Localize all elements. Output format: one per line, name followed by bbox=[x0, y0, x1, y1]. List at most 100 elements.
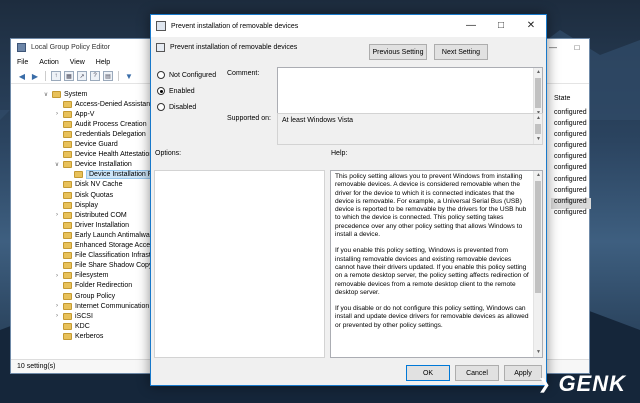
scroll-up-icon[interactable]: ▲ bbox=[534, 68, 543, 77]
folder-icon bbox=[52, 90, 61, 98]
tree-item[interactable]: Audit Process Creation bbox=[54, 119, 147, 129]
help-icon[interactable]: ? bbox=[90, 71, 100, 81]
comment-scrollbar[interactable]: ▲ ▼ bbox=[533, 68, 542, 118]
menu-view[interactable]: View bbox=[70, 59, 85, 66]
tree-item[interactable]: Group Policy bbox=[54, 291, 115, 301]
folder-icon bbox=[63, 302, 72, 310]
state-cell[interactable]: configured bbox=[551, 120, 591, 131]
close-icon[interactable]: ✕ bbox=[516, 15, 546, 37]
up-folder-icon[interactable]: ↑ bbox=[51, 71, 61, 81]
tree-item[interactable]: File Share Shadow Copy bbox=[54, 261, 151, 271]
dialog-title: Prevent installation of removable device… bbox=[171, 22, 299, 30]
help-scrollbar[interactable]: ▲ ▼ bbox=[533, 171, 542, 357]
help-paragraph: If you disable or do not configure this … bbox=[335, 305, 529, 329]
collapsed-arrow-icon[interactable]: › bbox=[54, 313, 60, 319]
show-hide-tree-icon[interactable]: ▦ bbox=[64, 71, 74, 81]
expanded-arrow-icon[interactable]: ∨ bbox=[54, 161, 60, 168]
tree-item[interactable]: Disk Quotas bbox=[54, 190, 113, 200]
state-column-header[interactable]: State bbox=[551, 87, 591, 109]
state-cell[interactable]: configured bbox=[551, 142, 591, 153]
tree-item-label: System bbox=[64, 90, 88, 98]
comment-textarea[interactable]: ▲ ▼ bbox=[277, 67, 543, 119]
tree-item[interactable]: Early Launch Antimalwa bbox=[54, 230, 150, 240]
tree-item[interactable]: Folder Redirection bbox=[54, 281, 132, 291]
tree-item[interactable]: File Classification Infrast bbox=[54, 251, 151, 261]
radio-not-configured[interactable]: Not Configured bbox=[157, 71, 216, 79]
help-text-panel[interactable]: This policy setting allows you to preven… bbox=[330, 170, 543, 358]
minimize-icon[interactable]: — bbox=[456, 15, 486, 37]
radio-not-configured-circle[interactable] bbox=[157, 71, 165, 79]
radio-enabled-circle[interactable] bbox=[157, 87, 165, 95]
apply-button[interactable]: Apply bbox=[504, 365, 542, 381]
menu-help[interactable]: Help bbox=[96, 59, 110, 66]
collapsed-arrow-icon[interactable]: › bbox=[54, 303, 60, 309]
state-cell[interactable]: configured bbox=[551, 109, 591, 120]
scroll-thumb[interactable] bbox=[535, 78, 541, 108]
tree-item[interactable]: Device Guard bbox=[54, 140, 118, 150]
state-cell[interactable]: configured bbox=[551, 197, 591, 209]
state-cell[interactable]: configured bbox=[551, 176, 591, 187]
supported-scrollbar[interactable]: ▲ ▼ bbox=[533, 114, 542, 144]
state-cell[interactable]: configured bbox=[551, 209, 591, 220]
toolbar-divider bbox=[118, 71, 119, 81]
scroll-down-icon[interactable]: ▼ bbox=[534, 135, 543, 144]
folder-icon bbox=[63, 151, 72, 159]
tree-item[interactable]: Device Installation Re bbox=[65, 170, 151, 180]
state-cell[interactable]: configured bbox=[551, 187, 591, 198]
tree-item[interactable]: Enhanced Storage Acces bbox=[54, 241, 151, 251]
radio-enabled[interactable]: Enabled bbox=[157, 87, 195, 95]
collapsed-arrow-icon[interactable]: › bbox=[54, 273, 60, 279]
policy-tree[interactable]: ∨ System Access-Denied Assistanc › App-V Audi… bbox=[11, 87, 151, 359]
tree-item[interactable]: Kerberos bbox=[54, 331, 103, 341]
tree-item[interactable]: › Distributed COM bbox=[54, 210, 127, 220]
tree-item[interactable]: › App-V bbox=[54, 109, 94, 119]
scroll-thumb[interactable] bbox=[535, 124, 541, 134]
filter-icon[interactable]: ▼ bbox=[124, 71, 134, 81]
tree-item[interactable]: Access-Denied Assistanc bbox=[54, 99, 151, 109]
scroll-down-icon[interactable]: ▼ bbox=[534, 348, 542, 357]
ok-button[interactable]: OK bbox=[406, 365, 450, 381]
folder-icon bbox=[63, 181, 72, 189]
properties-icon[interactable]: ▤ bbox=[103, 71, 113, 81]
maximize-icon[interactable]: □ bbox=[486, 15, 516, 37]
back-arrow-icon[interactable]: ◀ bbox=[17, 71, 27, 81]
state-cell[interactable]: configured bbox=[551, 164, 591, 175]
tree-item[interactable]: › Filesystem bbox=[54, 271, 108, 281]
collapsed-arrow-icon[interactable]: › bbox=[54, 111, 60, 117]
previous-setting-button[interactable]: Previous Setting bbox=[369, 44, 427, 60]
menu-action[interactable]: Action bbox=[39, 59, 58, 66]
scroll-up-icon[interactable]: ▲ bbox=[534, 171, 542, 180]
tree-item[interactable]: ∨ System bbox=[43, 89, 87, 99]
tree-item[interactable]: Credentials Delegation bbox=[54, 129, 146, 139]
watermark-text: GENK bbox=[558, 371, 626, 396]
state-cell[interactable]: configured bbox=[551, 153, 591, 164]
folder-icon bbox=[63, 262, 72, 270]
tree-item[interactable]: › iSCSI bbox=[54, 311, 93, 321]
tree-item[interactable]: Driver Installation bbox=[54, 220, 129, 230]
gpe-maximize-icon[interactable]: □ bbox=[565, 39, 589, 56]
next-setting-button[interactable]: Next Setting bbox=[434, 44, 488, 60]
tree-item[interactable]: Device Health Attestation bbox=[54, 150, 151, 160]
tree-item-label: Kerberos bbox=[75, 332, 104, 340]
folder-icon bbox=[63, 312, 72, 320]
radio-enabled-label: Enabled bbox=[169, 87, 195, 95]
forward-arrow-icon[interactable]: ▶ bbox=[30, 71, 40, 81]
scroll-up-icon[interactable]: ▲ bbox=[534, 114, 543, 123]
menu-file[interactable]: File bbox=[17, 59, 28, 66]
radio-disabled-circle[interactable] bbox=[157, 103, 165, 111]
tree-item[interactable]: KDC bbox=[54, 321, 90, 331]
scroll-thumb[interactable] bbox=[535, 181, 541, 293]
folder-icon bbox=[63, 110, 72, 118]
supported-on-field: At least Windows Vista ▲ ▼ bbox=[277, 113, 543, 145]
tree-item[interactable]: › Internet Communication bbox=[54, 301, 149, 311]
expanded-arrow-icon[interactable]: ∨ bbox=[43, 91, 49, 98]
export-list-icon[interactable]: ↗ bbox=[77, 71, 87, 81]
tree-item[interactable]: Disk NV Cache bbox=[54, 180, 122, 190]
collapsed-arrow-icon[interactable]: › bbox=[54, 212, 60, 218]
supported-on-value: At least Windows Vista bbox=[282, 117, 354, 124]
tree-item[interactable]: Display bbox=[54, 200, 98, 210]
state-cell[interactable]: configured bbox=[551, 131, 591, 142]
radio-disabled[interactable]: Disabled bbox=[157, 103, 196, 111]
cancel-button[interactable]: Cancel bbox=[455, 365, 499, 381]
tree-item[interactable]: ∨ Device Installation bbox=[54, 160, 132, 170]
